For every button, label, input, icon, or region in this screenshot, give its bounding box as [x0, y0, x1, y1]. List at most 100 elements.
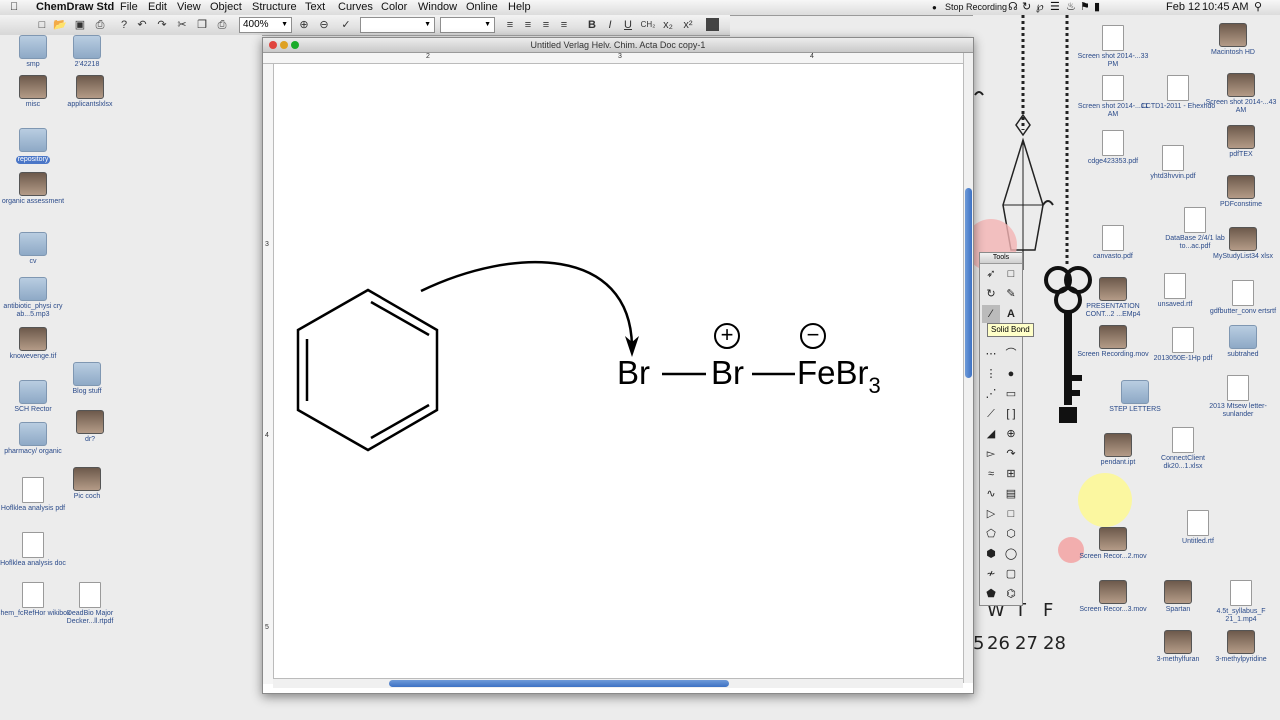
desktop-left-icon-12[interactable]: pharmacy/ organic	[0, 422, 73, 456]
apple-menu-icon[interactable]: 	[10, 0, 18, 15]
vertical-scrollbar[interactable]	[963, 53, 973, 683]
redo-icon[interactable]: ↷	[154, 17, 170, 33]
orbital-tool-icon[interactable]: ●	[1002, 365, 1020, 383]
menu-help[interactable]: Help	[508, 0, 531, 15]
flag-icon[interactable]: ⚑	[1080, 0, 1090, 15]
desktop-left-icon-17[interactable]: DeadBio Major Decker...ll.rtpdf	[50, 582, 130, 626]
undo-icon[interactable]: ↶	[134, 17, 150, 33]
open-folder-icon[interactable]: 📂	[52, 17, 68, 33]
hashed-wedge-tool-icon[interactable]: ⋰	[982, 385, 1000, 403]
dashed-bond-tool-icon[interactable]: ⋯	[982, 345, 1000, 363]
atom-br-2[interactable]: Br	[711, 355, 744, 391]
text-tool-icon[interactable]: A	[1002, 305, 1020, 323]
check-icon[interactable]: ✓	[338, 17, 354, 33]
desktop-left-icon-15[interactable]: Hoflklea analysis doc	[0, 532, 73, 568]
menu-curves[interactable]: Curves	[338, 0, 373, 15]
horizontal-scroll-thumb[interactable]	[389, 680, 729, 687]
menu-file[interactable]: File	[120, 0, 138, 15]
menu-clock[interactable]: 10:45 AM	[1202, 0, 1248, 15]
stop-recording-label[interactable]: Stop Recording	[945, 0, 1007, 15]
pentagon-ring-tool-icon[interactable]: ⬠	[982, 525, 1000, 543]
align-left-icon[interactable]: ≡	[502, 17, 518, 33]
chair-tool-icon[interactable]: ≁	[982, 565, 1000, 583]
bold-icon[interactable]: B	[584, 17, 600, 33]
cyclohexane-tool-icon[interactable]: ⬢	[982, 545, 1000, 563]
bluetooth-icon[interactable]: ℘	[1036, 0, 1044, 15]
tools-title[interactable]: Tools	[980, 253, 1022, 264]
desktop-left-icon-6[interactable]: cv	[0, 232, 73, 266]
help-icon[interactable]: ?	[116, 17, 132, 33]
size-select[interactable]: ▼	[440, 17, 495, 33]
solid-bond-tool-icon[interactable]: ⁄	[982, 305, 1000, 323]
subscript-icon[interactable]: x₂	[660, 17, 676, 33]
benzene-tool-icon[interactable]: ⌬	[1002, 585, 1020, 603]
desktop-left-icon-14[interactable]: Hoflklea analysis pdf	[0, 477, 73, 513]
template-tool-icon[interactable]: ▤	[1002, 485, 1020, 503]
desktop-right-icon-8[interactable]: PDFconstime	[1201, 175, 1280, 209]
horizontal-scrollbar[interactable]	[273, 678, 963, 688]
pentagon-tool-icon[interactable]: ⬟	[982, 585, 1000, 603]
save-icon[interactable]: ▣	[72, 17, 88, 33]
desktop-right-icon-17[interactable]: subtrahed	[1203, 325, 1280, 359]
desktop-left-icon-10[interactable]: SCH Rector	[0, 380, 73, 414]
rotate-tool-icon[interactable]: ↻	[982, 285, 1000, 303]
headphones-icon[interactable]: ☊	[1008, 0, 1018, 15]
desktop-right-icon-7[interactable]: pdfTEX	[1201, 125, 1280, 159]
marquee-tool-icon[interactable]: □	[1002, 265, 1020, 283]
battery-icon[interactable]: ▮	[1094, 0, 1100, 15]
stop-recording-icon[interactable]: ●	[932, 0, 937, 15]
desktop-left-icon-1[interactable]: 2'42218	[47, 35, 127, 69]
menu-color[interactable]: Color	[381, 0, 407, 15]
desktop-right-icon-26[interactable]: 4.5t_syllabus_F 21_1.mp4	[1201, 580, 1280, 624]
menu-window[interactable]: Window	[418, 0, 457, 15]
desktop-right-icon-0[interactable]: Screen shot 2014-...33 PM	[1073, 25, 1153, 69]
octagon-ring-tool-icon[interactable]: ▢	[1002, 565, 1020, 583]
zoom-select[interactable]: 400% ▼	[239, 17, 292, 33]
chemical-symbols-tool-icon[interactable]: ⊕	[1002, 425, 1020, 443]
close-icon[interactable]	[269, 41, 277, 49]
wavy-bond-tool-icon[interactable]: ≈	[982, 465, 1000, 483]
copy-icon[interactable]: ❐	[194, 17, 210, 33]
table-tool-icon[interactable]: ⊞	[1002, 465, 1020, 483]
zoom-in-icon[interactable]: ⊕	[296, 17, 312, 33]
minimize-icon[interactable]	[280, 41, 288, 49]
zoom-window-icon[interactable]	[291, 41, 299, 49]
hashed-bond-tool-icon[interactable]: ⋮	[982, 365, 1000, 383]
cut-icon[interactable]: ✂	[174, 17, 190, 33]
font-select[interactable]: ▼	[360, 17, 435, 33]
menu-edit[interactable]: Edit	[148, 0, 167, 15]
underline-icon[interactable]: U	[620, 17, 636, 33]
desktop-right-icon-9[interactable]: canvasto.pdf	[1073, 225, 1153, 261]
chain-tool-icon[interactable]: ∿	[982, 485, 1000, 503]
bold-bond-tool-icon[interactable]: ⟋	[982, 405, 1000, 423]
italic-icon[interactable]: I	[602, 17, 618, 33]
spotlight-icon[interactable]: ⚲	[1254, 0, 1262, 15]
desktop-right-icon-21[interactable]: ConnectClient dk20...1.xlsx	[1143, 427, 1223, 471]
menu-object[interactable]: Object	[210, 0, 242, 15]
desktop-left-icon-4[interactable]: repository	[0, 128, 73, 164]
sync-icon[interactable]: ↻	[1022, 0, 1031, 15]
desktop-right-icon-1[interactable]: Macintosh HD	[1193, 23, 1273, 57]
horizontal-ruler[interactable]: 2 3 4	[263, 53, 963, 64]
lasso-tool-icon[interactable]: ➶	[982, 265, 1000, 283]
menu-view[interactable]: View	[177, 0, 201, 15]
desktop-right-icon-23[interactable]: Untitled.rtf	[1158, 510, 1238, 546]
menu-text[interactable]: Text	[305, 0, 325, 15]
menu-online[interactable]: Online	[466, 0, 498, 15]
app-menu[interactable]: ChemDraw Std	[36, 0, 114, 15]
eraser-tool-icon[interactable]: ✎	[1002, 285, 1020, 303]
zoom-out-icon[interactable]: ⊖	[316, 17, 332, 33]
arrow-tool-icon[interactable]: ↷	[1002, 445, 1020, 463]
hollow-wedge-tool-icon[interactable]: ▻	[982, 445, 1000, 463]
hexagon-ring-tool-icon[interactable]: ⬡	[1002, 525, 1020, 543]
desktop-right-icon-14[interactable]: gdfbutter_conv ertsrtf	[1203, 280, 1280, 316]
desktop-left-icon-5[interactable]: organic assessment	[0, 172, 73, 206]
align-center-icon[interactable]: ≡	[520, 17, 536, 33]
justify-icon[interactable]: ≡	[556, 17, 572, 33]
desktop-left-icon-8[interactable]: knowevenge.tif	[0, 327, 73, 361]
desktop-right-icon-28[interactable]: 3-methylpyridine	[1201, 630, 1280, 664]
desktop-right-icon-4[interactable]: Screen shot 2014-...43 AM	[1201, 73, 1280, 115]
formula-icon[interactable]: CH₂	[640, 17, 656, 33]
atom-br-1[interactable]: Br	[617, 355, 650, 391]
play-tool-icon[interactable]: ▷	[982, 505, 1000, 523]
